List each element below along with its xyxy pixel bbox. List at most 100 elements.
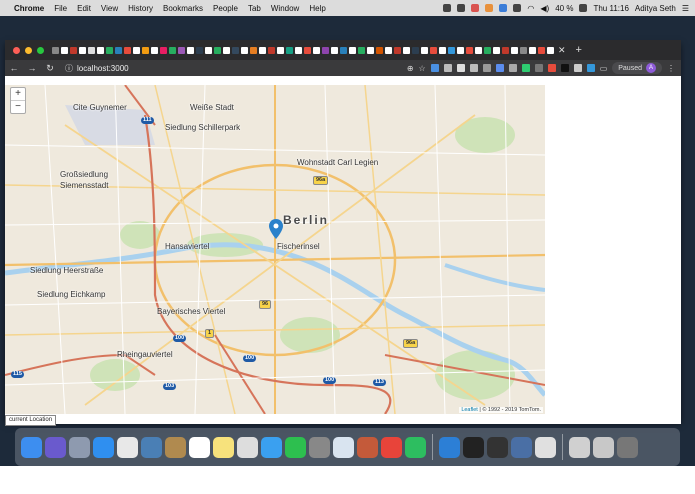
extension-icon[interactable] [573,64,582,72]
menu-people[interactable]: People [213,4,238,13]
extension-icon[interactable] [534,64,543,72]
menu-window[interactable]: Window [271,4,299,13]
calendar-icon[interactable] [189,436,210,458]
tab-favicon[interactable] [142,46,149,54]
tab-favicon[interactable] [403,46,410,54]
extension-icon[interactable] [456,64,465,72]
slack-icon[interactable] [535,436,556,458]
tab-favicon[interactable] [115,46,122,54]
bluetooth-icon[interactable] [513,4,522,12]
new-tab-button[interactable]: + [576,44,582,56]
trash-icon[interactable] [617,436,638,458]
tab-favicon[interactable] [313,46,320,54]
tab-favicon[interactable] [358,46,365,54]
tab-favicon[interactable] [232,46,239,54]
tab-favicon[interactable] [268,46,275,54]
profile-paused-button[interactable]: Paused A [612,62,662,74]
menu-edit[interactable]: Edit [77,4,91,13]
app-grid-icon[interactable] [117,436,138,458]
tab-favicon[interactable] [304,46,311,54]
tab-favicon[interactable] [97,46,104,54]
finder-icon[interactable] [21,436,42,458]
cast-icon[interactable]: ▭ [600,64,608,73]
tab-favicon[interactable] [259,46,266,54]
tab-favicon[interactable] [439,46,446,54]
extension-icon[interactable] [495,64,504,72]
menu-bookmarks[interactable]: Bookmarks [163,4,203,13]
tab-favicon[interactable] [484,46,491,54]
map-view[interactable]: + − Berlin Cite Guynemer Weiße Stadt Sie… [5,85,545,414]
contacts-icon[interactable] [165,436,186,458]
terminal-icon[interactable] [463,436,484,458]
safari-icon[interactable] [93,436,114,458]
tab-favicon[interactable] [106,46,113,54]
extension-icon[interactable] [430,64,439,72]
tab-favicon[interactable] [457,46,464,54]
map-marker-icon[interactable] [269,219,283,239]
chrome-icon[interactable] [381,436,402,458]
notification-center-icon[interactable]: ☰ [682,4,689,13]
tab-favicon[interactable] [538,46,545,54]
tab-favicon[interactable] [205,46,212,54]
tab-favicon[interactable] [70,46,77,54]
zoom-in-button[interactable]: + [11,88,25,100]
menu-tab[interactable]: Tab [248,4,261,13]
extension-icon[interactable] [560,64,569,72]
facetime-icon[interactable] [285,436,306,458]
tab-favicon[interactable] [493,46,500,54]
tab-favicon[interactable] [376,46,383,54]
more-menu-icon[interactable]: ⋮ [667,64,675,73]
tab-favicon[interactable] [367,46,374,54]
leaflet-link[interactable]: Leaflet [461,407,478,413]
evernote-icon[interactable] [405,436,426,458]
reload-icon[interactable]: ↻ [41,63,59,74]
tab-favicon[interactable] [133,46,140,54]
tab-favicon[interactable] [241,46,248,54]
tab-favicon[interactable] [511,46,518,54]
tab-favicon[interactable] [160,46,167,54]
tab-favicon[interactable] [547,46,554,54]
location-icon[interactable]: ⊕ [407,64,414,73]
url-text[interactable]: localhost:3000 [77,64,129,73]
extension-icon[interactable] [508,64,517,72]
volume-icon[interactable]: ◀) [540,4,549,13]
battery-icon[interactable] [579,4,588,12]
tab-favicon[interactable] [61,46,68,54]
photos-icon[interactable] [237,436,258,458]
tab-favicon[interactable] [394,46,401,54]
tab-favicon[interactable] [223,46,230,54]
status-app-icon[interactable] [485,4,494,12]
tab-favicon[interactable] [529,46,536,54]
tab-favicon[interactable] [466,46,473,54]
address-bar[interactable]: ⓘ localhost:3000 [65,63,129,74]
wifi-icon[interactable]: ◠ [527,4,534,13]
tab-favicon[interactable] [196,46,203,54]
tab-favicon[interactable] [331,46,338,54]
menu-view[interactable]: View [101,4,118,13]
extension-icon[interactable] [469,64,478,72]
extension-icon[interactable] [586,64,595,72]
tab-favicon[interactable] [502,46,509,54]
vscode-icon[interactable] [439,436,460,458]
extension-icon[interactable] [521,64,530,72]
tab-favicon[interactable] [322,46,329,54]
info-icon[interactable]: ⓘ [65,63,73,74]
user-name[interactable]: Aditya Seth [635,4,676,13]
status-app-icon[interactable] [499,4,508,12]
tab-favicon[interactable] [385,46,392,54]
tab-favicon[interactable] [52,46,59,54]
document-icon[interactable] [569,436,590,458]
tab-favicon[interactable] [412,46,419,54]
system-preferences-icon[interactable] [309,436,330,458]
extension-icon[interactable] [547,64,556,72]
tab-favicon[interactable] [448,46,455,54]
forward-icon[interactable]: → [23,63,41,73]
back-icon[interactable]: ← [5,63,23,73]
notes-icon[interactable] [213,436,234,458]
menu-file[interactable]: File [54,4,67,13]
dropbox-icon[interactable] [443,4,452,12]
siri-icon[interactable] [45,436,66,458]
tab-favicon[interactable] [430,46,437,54]
textedit-icon[interactable] [333,436,354,458]
battery-percent[interactable]: 40 % [555,4,573,13]
